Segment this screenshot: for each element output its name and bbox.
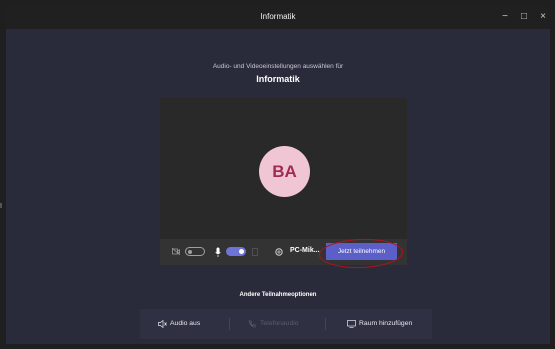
add-room-option[interactable]: Raum hinzufügen (347, 309, 427, 339)
microphone-toggle[interactable] (226, 247, 246, 256)
divider (229, 318, 230, 330)
background-effects-icon[interactable] (252, 248, 258, 256)
title-bar: Informatik − □ × (6, 6, 550, 29)
other-join-options-heading: Andere Teilnahmeoptionen (239, 292, 317, 298)
settings-subtitle: Audio- und Videoeinstellungen auswählen … (212, 63, 344, 70)
microphone-icon (215, 247, 221, 257)
device-controls-bar: PC-Mik... Jetzt teilnehmen (160, 237, 407, 270)
speaker-mute-icon (158, 320, 167, 328)
phone-icon (248, 320, 256, 328)
camera-toggle[interactable] (185, 247, 205, 256)
avatar: BA (259, 146, 310, 197)
phone-audio-option[interactable]: Telefonaudio (248, 309, 318, 339)
device-settings-label[interactable]: PC-Mik... (290, 247, 320, 254)
divider (325, 318, 326, 330)
window-title: Informatik (260, 12, 296, 21)
meeting-name: Informatik (256, 74, 300, 84)
left-edge-mark (0, 203, 2, 208)
phone-audio-label: Telefonaudio (260, 320, 299, 327)
audio-off-option[interactable]: Audio aus (158, 309, 218, 339)
gear-icon[interactable] (274, 247, 284, 257)
audio-off-label: Audio aus (170, 320, 201, 327)
screen-icon (347, 320, 356, 328)
add-room-label: Raum hinzufügen (359, 320, 413, 327)
other-join-options-bar: Audio aus Telefonaudio Raum hinzufügen (140, 309, 432, 339)
camera-off-icon (172, 248, 180, 255)
teams-prejoin-window: Informatik − □ × Audio- und Videoeinstel… (6, 6, 550, 344)
close-button[interactable]: × (532, 8, 550, 26)
